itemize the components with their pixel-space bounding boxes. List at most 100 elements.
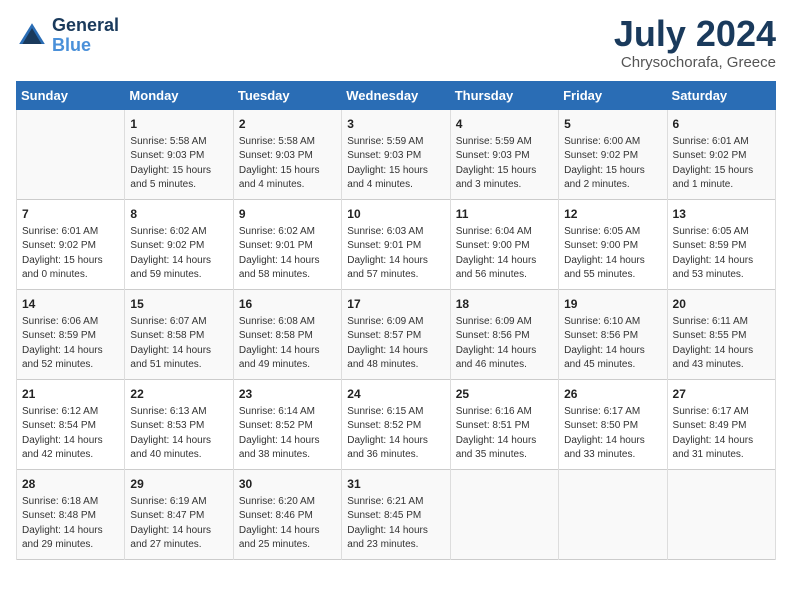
calendar-cell: 29 Sunrise: 6:19 AM Sunset: 8:47 PM Dayli… (125, 470, 233, 560)
day-info: Sunrise: 5:59 AM Sunset: 9:03 PM Dayligh… (347, 135, 444, 193)
day-info: Sunrise: 6:03 AM Sunset: 9:01 PM Dayligh… (347, 225, 444, 283)
weekday-header-tuesday: Tuesday (233, 82, 341, 110)
calendar-cell: 21 Sunrise: 6:12 AM Sunset: 8:54 PM Dayli… (17, 380, 125, 470)
week-row-1: 1 Sunrise: 5:58 AM Sunset: 9:03 PM Daylig… (17, 110, 776, 200)
calendar-cell: 9 Sunrise: 6:02 AM Sunset: 9:01 PM Daylig… (233, 200, 341, 290)
calendar-cell: 13 Sunrise: 6:05 AM Sunset: 8:59 PM Dayli… (667, 200, 775, 290)
day-info: Sunrise: 5:58 AM Sunset: 9:03 PM Dayligh… (130, 135, 227, 193)
day-number: 14 (22, 296, 119, 313)
day-number: 29 (130, 476, 227, 493)
calendar-cell: 8Sunrise: 6:02 AM Sunset: 9:02 PM Daylig… (125, 200, 233, 290)
day-number: 15 (130, 296, 227, 313)
day-number: 23 (239, 386, 336, 403)
day-info: Sunrise: 6:21 AM Sunset: 8:45 PM Dayligh… (347, 495, 444, 553)
day-number: 1 (130, 116, 227, 133)
calendar-cell: 25 Sunrise: 6:16 AM Sunset: 8:51 PM Dayli… (450, 380, 558, 470)
day-info: Sunrise: 6:09 AM Sunset: 8:57 PM Dayligh… (347, 315, 444, 373)
day-number: 24 (347, 386, 444, 403)
logo-text: General Blue (52, 16, 119, 56)
day-number: 27 (673, 386, 770, 403)
calendar-cell: 23 Sunrise: 6:14 AM Sunset: 8:52 PM Dayli… (233, 380, 341, 470)
weekday-header-monday: Monday (125, 82, 233, 110)
day-info: Sunrise: 6:12 AM Sunset: 8:54 PM Dayligh… (22, 405, 119, 463)
day-info: Sunrise: 6:02 AM Sunset: 9:02 PM Dayligh… (130, 225, 227, 283)
day-info: Sunrise: 6:05 AM Sunset: 9:00 PM Dayligh… (564, 225, 661, 283)
day-number: 9 (239, 206, 336, 223)
calendar-cell: 27 Sunrise: 6:17 AM Sunset: 8:49 PM Dayli… (667, 380, 775, 470)
day-info: Sunrise: 6:13 AM Sunset: 8:53 PM Dayligh… (130, 405, 227, 463)
calendar-cell: 15 Sunrise: 6:07 AM Sunset: 8:58 PM Dayli… (125, 290, 233, 380)
day-number: 30 (239, 476, 336, 493)
calendar-cell: 16 Sunrise: 6:08 AM Sunset: 8:58 PM Dayli… (233, 290, 341, 380)
day-info: Sunrise: 6:14 AM Sunset: 8:52 PM Dayligh… (239, 405, 336, 463)
calendar-table: SundayMondayTuesdayWednesdayThursdayFrid… (16, 81, 776, 560)
day-number: 13 (673, 206, 770, 223)
day-info: Sunrise: 6:02 AM Sunset: 9:01 PM Dayligh… (239, 225, 336, 283)
calendar-cell: 3 Sunrise: 5:59 AM Sunset: 9:03 PM Daylig… (342, 110, 450, 200)
calendar-cell: 14 Sunrise: 6:06 AM Sunset: 8:59 PM Dayli… (17, 290, 125, 380)
calendar-cell: 20 Sunrise: 6:11 AM Sunset: 8:55 PM Dayli… (667, 290, 775, 380)
calendar-cell (450, 470, 558, 560)
day-info: Sunrise: 6:18 AM Sunset: 8:48 PM Dayligh… (22, 495, 119, 553)
calendar-cell: 18 Sunrise: 6:09 AM Sunset: 8:56 PM Dayli… (450, 290, 558, 380)
day-number: 25 (456, 386, 553, 403)
calendar-cell: 10Sunrise: 6:03 AM Sunset: 9:01 PM Dayli… (342, 200, 450, 290)
location: Chrysochorafa, Greece (614, 54, 776, 71)
week-row-3: 14 Sunrise: 6:06 AM Sunset: 8:59 PM Dayli… (17, 290, 776, 380)
day-number: 3 (347, 116, 444, 133)
calendar-cell: 4Sunrise: 5:59 AM Sunset: 9:03 PM Daylig… (450, 110, 558, 200)
day-info: Sunrise: 6:16 AM Sunset: 8:51 PM Dayligh… (456, 405, 553, 463)
day-number: 21 (22, 386, 119, 403)
day-number: 7 (22, 206, 119, 223)
calendar-cell: 2Sunrise: 5:58 AM Sunset: 9:03 PM Daylig… (233, 110, 341, 200)
weekday-header-friday: Friday (559, 82, 667, 110)
day-info: Sunrise: 6:10 AM Sunset: 8:56 PM Dayligh… (564, 315, 661, 373)
week-row-2: 7 Sunrise: 6:01 AM Sunset: 9:02 PM Daylig… (17, 200, 776, 290)
day-info: Sunrise: 6:20 AM Sunset: 8:46 PM Dayligh… (239, 495, 336, 553)
day-info: Sunrise: 6:11 AM Sunset: 8:55 PM Dayligh… (673, 315, 770, 373)
day-number: 12 (564, 206, 661, 223)
day-number: 26 (564, 386, 661, 403)
weekday-header-saturday: Saturday (667, 82, 775, 110)
day-info: Sunrise: 6:05 AM Sunset: 8:59 PM Dayligh… (673, 225, 770, 283)
day-number: 11 (456, 206, 553, 223)
day-number: 20 (673, 296, 770, 313)
day-info: Sunrise: 6:00 AM Sunset: 9:02 PM Dayligh… (564, 135, 661, 193)
calendar-cell: 22 Sunrise: 6:13 AM Sunset: 8:53 PM Dayli… (125, 380, 233, 470)
weekday-header-row: SundayMondayTuesdayWednesdayThursdayFrid… (17, 82, 776, 110)
day-info: Sunrise: 6:06 AM Sunset: 8:59 PM Dayligh… (22, 315, 119, 373)
day-number: 5 (564, 116, 661, 133)
day-number: 18 (456, 296, 553, 313)
calendar-cell: 7 Sunrise: 6:01 AM Sunset: 9:02 PM Daylig… (17, 200, 125, 290)
calendar-cell (17, 110, 125, 200)
calendar-cell: 1 Sunrise: 5:58 AM Sunset: 9:03 PM Daylig… (125, 110, 233, 200)
title-block: July 2024 Chrysochorafa, Greece (614, 16, 776, 71)
day-number: 16 (239, 296, 336, 313)
month-title: July 2024 (614, 16, 776, 52)
day-info: Sunrise: 6:09 AM Sunset: 8:56 PM Dayligh… (456, 315, 553, 373)
day-info: Sunrise: 6:19 AM Sunset: 8:47 PM Dayligh… (130, 495, 227, 553)
week-row-5: 28 Sunrise: 6:18 AM Sunset: 8:48 PM Dayli… (17, 470, 776, 560)
calendar-cell: 26 Sunrise: 6:17 AM Sunset: 8:50 PM Dayli… (559, 380, 667, 470)
calendar-cell: 28 Sunrise: 6:18 AM Sunset: 8:48 PM Dayli… (17, 470, 125, 560)
calendar-cell: 19Sunrise: 6:10 AM Sunset: 8:56 PM Dayli… (559, 290, 667, 380)
day-info: Sunrise: 6:17 AM Sunset: 8:50 PM Dayligh… (564, 405, 661, 463)
weekday-header-thursday: Thursday (450, 82, 558, 110)
weekday-header-wednesday: Wednesday (342, 82, 450, 110)
calendar-cell (559, 470, 667, 560)
day-number: 22 (130, 386, 227, 403)
day-number: 2 (239, 116, 336, 133)
calendar-cell: 30 Sunrise: 6:20 AM Sunset: 8:46 PM Dayli… (233, 470, 341, 560)
day-number: 31 (347, 476, 444, 493)
calendar-cell: 24 Sunrise: 6:15 AM Sunset: 8:52 PM Dayli… (342, 380, 450, 470)
calendar-cell: 11 Sunrise: 6:04 AM Sunset: 9:00 PM Dayli… (450, 200, 558, 290)
calendar-cell: 5 Sunrise: 6:00 AM Sunset: 9:02 PM Daylig… (559, 110, 667, 200)
day-info: Sunrise: 6:08 AM Sunset: 8:58 PM Dayligh… (239, 315, 336, 373)
day-info: Sunrise: 6:07 AM Sunset: 8:58 PM Dayligh… (130, 315, 227, 373)
day-info: Sunrise: 6:04 AM Sunset: 9:00 PM Dayligh… (456, 225, 553, 283)
day-info: Sunrise: 6:15 AM Sunset: 8:52 PM Dayligh… (347, 405, 444, 463)
day-info: Sunrise: 6:17 AM Sunset: 8:49 PM Dayligh… (673, 405, 770, 463)
day-info: Sunrise: 6:01 AM Sunset: 9:02 PM Dayligh… (22, 225, 119, 283)
day-number: 28 (22, 476, 119, 493)
day-number: 4 (456, 116, 553, 133)
